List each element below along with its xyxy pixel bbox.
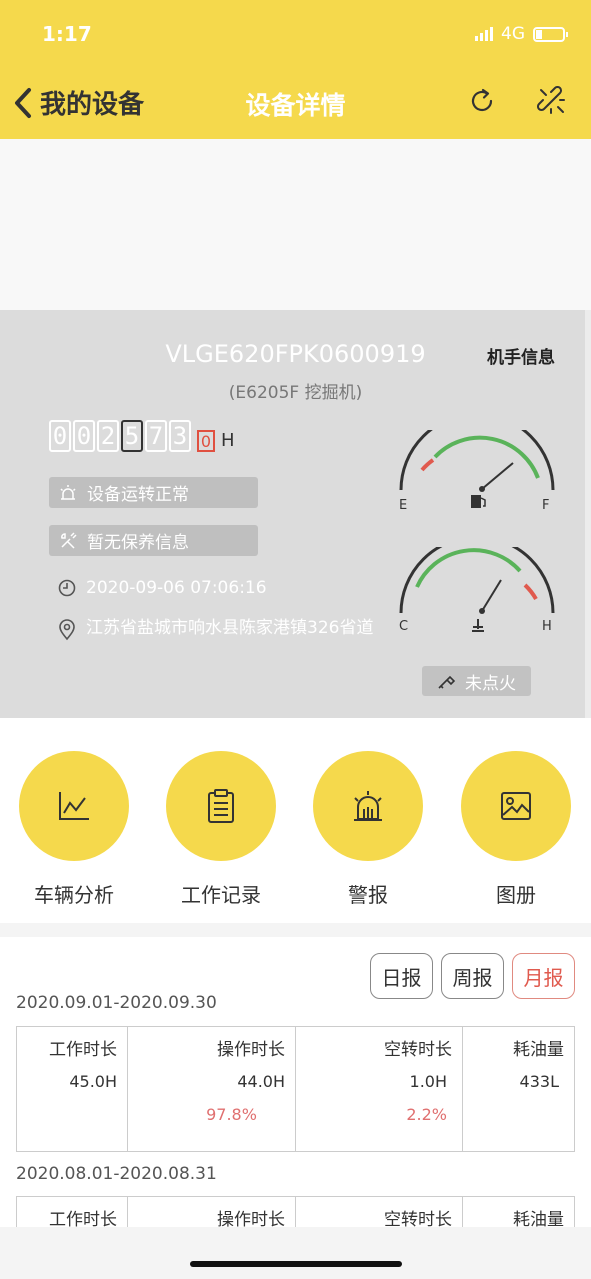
location-text: 江苏省盐城市响水县陈家港镇326省道 xyxy=(86,618,374,638)
scrollbar[interactable] xyxy=(585,310,591,718)
stat-label: 操作时长 xyxy=(217,1040,285,1060)
banner-area xyxy=(0,139,591,310)
menu-label: 图册 xyxy=(496,883,536,907)
function-menu: 车辆分析 工作记录 警报 图册 xyxy=(0,718,591,923)
clock-icon xyxy=(58,579,76,597)
hour-digit: 2 xyxy=(97,420,119,452)
hour-decimal: 0 xyxy=(197,430,215,452)
menu-alarms[interactable]: 警报 xyxy=(313,751,423,908)
tools-icon xyxy=(61,531,77,549)
signal-icon xyxy=(475,27,493,41)
ignition-text: 未点火 xyxy=(465,673,516,694)
hour-digit: 0 xyxy=(49,420,71,452)
status-indicators: 4G xyxy=(475,24,568,44)
hour-digit: 3 xyxy=(169,420,191,452)
maintenance-pill: 暂无保养信息 xyxy=(49,525,258,556)
report-section: 日报 周报 月报 2020.09.01-2020.09.30 工作时长 45.0… xyxy=(0,937,591,1227)
stat-label: 耗油量 xyxy=(513,1040,564,1060)
menu-label: 工作记录 xyxy=(181,883,261,907)
fuel-low-label: E xyxy=(399,498,408,513)
location-pin-icon xyxy=(59,619,75,641)
temp-low-label: C xyxy=(399,619,409,634)
operator-info-link[interactable]: 机手信息 xyxy=(487,343,555,368)
menu-label: 车辆分析 xyxy=(34,883,114,907)
stat-label: 空转时长 xyxy=(384,1210,452,1227)
menu-label: 警报 xyxy=(348,883,388,907)
alarm-icon xyxy=(354,791,382,821)
clipboard-icon xyxy=(208,789,234,823)
unlink-icon[interactable] xyxy=(537,86,567,116)
hour-digit: 7 xyxy=(145,420,167,452)
fuel-needle xyxy=(481,462,514,490)
tab-daily[interactable]: 日报 xyxy=(370,953,433,999)
tab-monthly[interactable]: 月报 xyxy=(512,953,575,999)
stat-percent: 97.8% xyxy=(206,1105,257,1124)
fuel-gauge: E F xyxy=(395,412,560,515)
image-icon xyxy=(501,792,531,820)
menu-work-records[interactable]: 工作记录 xyxy=(166,751,276,908)
page-title: 设备详情 xyxy=(245,91,346,120)
hour-digit: 0 xyxy=(73,420,95,452)
stat-label: 耗油量 xyxy=(513,1210,564,1227)
hour-unit: H xyxy=(221,429,235,451)
stat-label: 工作时长 xyxy=(49,1040,117,1060)
bottom-safe-area xyxy=(0,1227,591,1279)
stat-percent: 2.2% xyxy=(406,1105,447,1124)
thermometer-icon xyxy=(472,619,484,632)
temperature-gauge: C H xyxy=(395,535,560,635)
timestamp: 2020-09-06 07:06:16 xyxy=(86,578,267,598)
report-card: 工作时长 45.0H 操作时长 44.0H 97.8% 空转时长 1.0H 2.… xyxy=(16,1026,575,1152)
stat-label: 工作时长 xyxy=(49,1210,117,1227)
temperature-needle xyxy=(481,579,502,612)
menu-gallery[interactable]: 图册 xyxy=(461,751,571,908)
ignition-status: 未点火 xyxy=(422,666,531,696)
maintenance-text: 暂无保养信息 xyxy=(87,533,189,553)
stat-value: 1.0H xyxy=(409,1072,447,1091)
line-chart-icon xyxy=(59,792,89,820)
stat-label: 操作时长 xyxy=(217,1210,285,1227)
status-time: 1:17 xyxy=(42,22,92,46)
menu-vehicle-analysis[interactable]: 车辆分析 xyxy=(19,751,129,908)
stat-value: 433L xyxy=(519,1072,559,1091)
last-update: 2020-09-06 07:06:16 xyxy=(58,577,386,599)
tab-weekly[interactable]: 周报 xyxy=(441,953,504,999)
stat-label: 空转时长 xyxy=(384,1040,452,1060)
status-text: 设备运转正常 xyxy=(87,485,189,505)
alarm-icon xyxy=(60,484,76,500)
hour-meter: 0 0 2 5 7 3 0 H xyxy=(49,420,235,452)
fuel-high-label: F xyxy=(542,498,550,513)
header: 1:17 4G 我的设备 设备详情 xyxy=(0,0,591,139)
battery-icon xyxy=(533,26,568,42)
home-indicator[interactable] xyxy=(190,1261,402,1267)
device-model: (E6205F 挖掘机) xyxy=(228,383,363,403)
report-card: 工作时长 操作时长 空转时长 耗油量 xyxy=(16,1196,575,1227)
network-type: 4G xyxy=(501,24,525,44)
hour-digit: 5 xyxy=(121,420,143,452)
report-range: 2020.08.01-2020.08.31 xyxy=(16,1164,217,1184)
key-icon xyxy=(438,675,456,689)
location: 江苏省盐城市响水县陈家港镇326省道 xyxy=(58,617,386,641)
stat-value: 45.0H xyxy=(69,1072,117,1091)
status-pill: 设备运转正常 xyxy=(49,477,258,508)
temp-high-label: H xyxy=(542,619,552,634)
refresh-icon[interactable] xyxy=(467,86,497,116)
fuel-pump-icon xyxy=(471,495,481,508)
report-range: 2020.09.01-2020.09.30 xyxy=(16,993,217,1013)
stat-value: 44.0H xyxy=(237,1072,285,1091)
